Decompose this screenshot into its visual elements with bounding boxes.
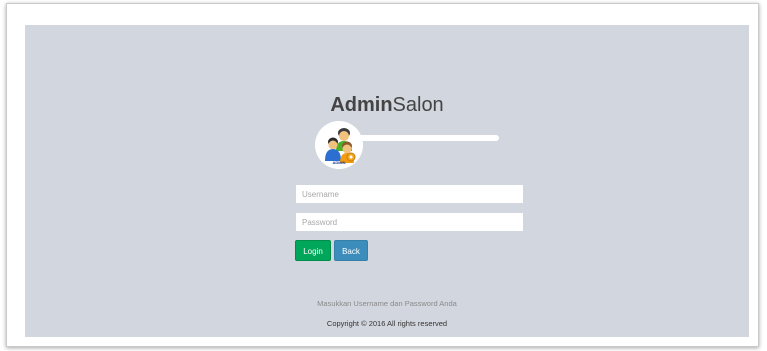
browser-frame: AdminSalon ADMIN Username Login Back Mas… — [6, 3, 759, 347]
logo-light-text: Salon — [392, 94, 444, 116]
login-button[interactable]: Login — [295, 240, 331, 261]
avatar-caption: ADMIN — [332, 160, 346, 165]
username-input[interactable] — [295, 184, 524, 204]
login-hint-text: Masukkan Username dan Password Anda — [317, 299, 457, 308]
admin-user-avatar-icon: ADMIN — [315, 121, 363, 169]
copyright-text: Copyright © 2016 All rights reserved — [326, 319, 448, 328]
password-input[interactable] — [295, 212, 524, 232]
avatar-name-bar — [347, 135, 499, 141]
avatar: ADMIN — [315, 121, 363, 169]
login-page: AdminSalon ADMIN Username Login Back Mas… — [25, 25, 749, 337]
app-logo-title: AdminSalon — [25, 93, 749, 117]
back-button[interactable]: Back — [334, 240, 368, 261]
logo-bold-text: Admin — [330, 94, 393, 116]
